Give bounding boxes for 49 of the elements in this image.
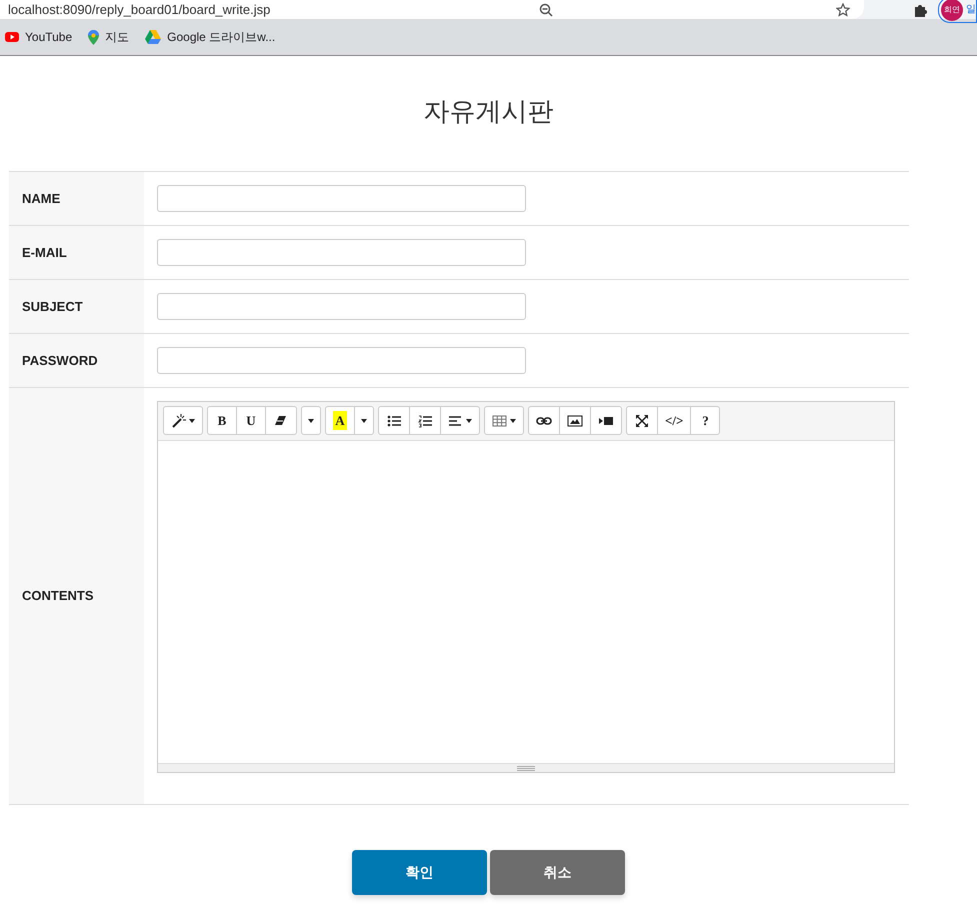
star-icon[interactable]: [836, 2, 850, 16]
caret-icon: [361, 418, 367, 422]
bookmark[interactable]: Google 드라이브w...: [145, 28, 276, 46]
bookmark[interactable]: 지도: [88, 28, 130, 46]
link-button[interactable]: [528, 406, 560, 435]
page-title: 자유게시판: [422, 95, 554, 128]
image-button[interactable]: [559, 406, 591, 435]
align-button[interactable]: [440, 406, 480, 435]
video-button[interactable]: [590, 406, 622, 435]
table-button[interactable]: [484, 406, 524, 435]
profile-label: 일: [966, 3, 976, 17]
numbered-list-icon: [417, 412, 433, 428]
field-label: NAME: [9, 172, 144, 225]
toolbar-button[interactable]: </>: [657, 406, 692, 435]
field-label: E-MAIL: [9, 226, 144, 279]
toolbar-button[interactable]: B: [207, 406, 237, 435]
input-field[interactable]: [157, 185, 526, 212]
numbered-list-button[interactable]: [409, 406, 441, 435]
magic-wand-button[interactable]: [163, 406, 203, 435]
zoom-icon[interactable]: [539, 2, 554, 16]
bullet-list-icon: [386, 412, 402, 428]
fullscreen-button[interactable]: [626, 406, 658, 435]
drive-icon: [145, 30, 162, 44]
field-label: CONTENTS: [9, 388, 144, 804]
youtube-icon: [5, 32, 19, 42]
eraser-button[interactable]: [265, 406, 297, 435]
caret-icon: [308, 418, 314, 422]
bookmark[interactable]: YouTube: [5, 28, 72, 46]
input-field[interactable]: [157, 293, 526, 320]
input-field[interactable]: [157, 239, 526, 266]
dropdown-button[interactable]: [354, 406, 374, 435]
table-icon: [492, 412, 508, 428]
cancel-button[interactable]: 취소: [490, 850, 625, 895]
field-label: PASSWORD: [9, 334, 144, 387]
highlight-color-button[interactable]: A: [325, 406, 355, 435]
profile-avatar[interactable]: 희연: [941, 0, 963, 20]
field-label: SUBJECT: [9, 280, 144, 333]
resize-handle[interactable]: [158, 763, 894, 772]
input-field[interactable]: [157, 347, 526, 374]
confirm-button[interactable]: 확인: [352, 850, 487, 895]
bullet-list-button[interactable]: [378, 406, 410, 435]
dropdown-button[interactable]: [301, 406, 321, 435]
fullscreen-icon: [634, 412, 650, 428]
image-icon: [567, 412, 583, 428]
puzzle-icon[interactable]: [914, 2, 928, 16]
magic-wand-icon: [171, 412, 187, 428]
map-pin-icon: [88, 30, 100, 44]
toolbar-button[interactable]: U: [236, 406, 266, 435]
toolbar-button[interactable]: ?: [690, 406, 720, 435]
